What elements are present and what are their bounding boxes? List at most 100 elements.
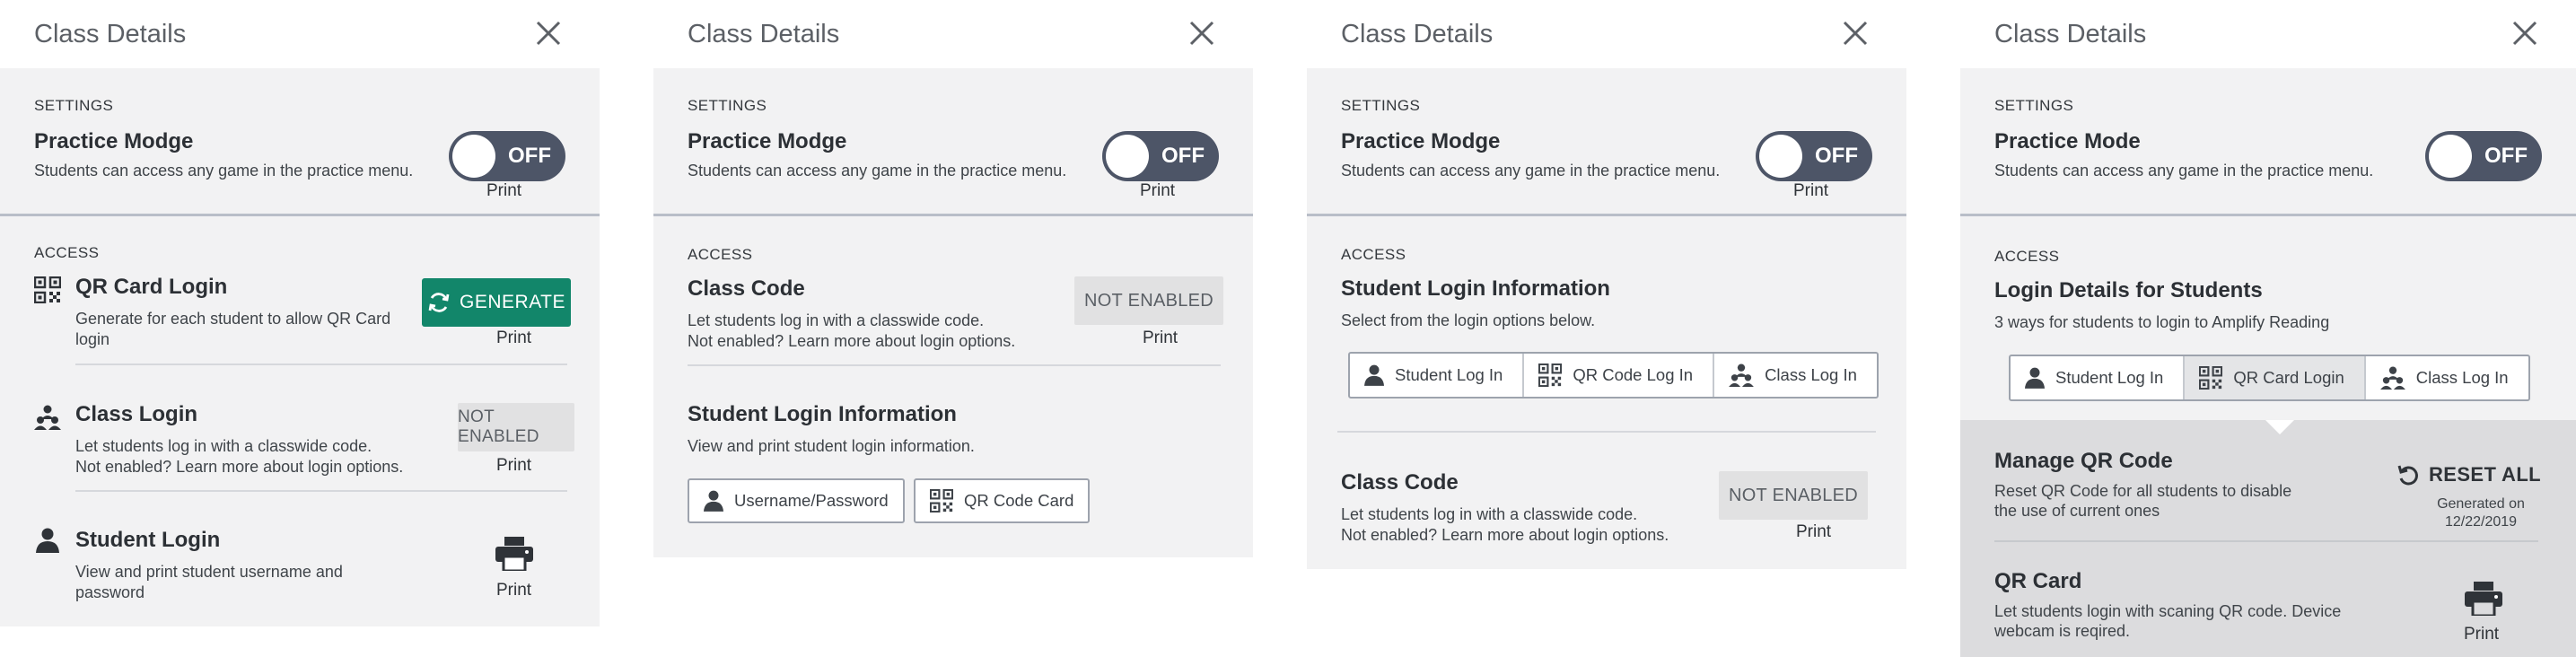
panel-title: Class Details (1341, 20, 1494, 48)
student-login-desc-1: View and print student username and (75, 563, 343, 581)
qr-card-desc-1: Let students login with scaning QR code.… (1994, 602, 2342, 620)
student-login-print-label[interactable]: Print (496, 581, 531, 600)
access-label: ACCESS (1994, 248, 2060, 265)
class-login-desc-1: Let students log in with a classwide cod… (75, 437, 372, 455)
person-icon (36, 528, 59, 553)
settings-label: SETTINGS (688, 97, 767, 114)
toggle-label: OFF (1815, 144, 1858, 168)
settings-label: SETTINGS (1341, 97, 1421, 114)
username-password-button[interactable]: Username/Password (688, 478, 905, 523)
tab-qr-code-log-in[interactable]: QR Code Log In (1524, 354, 1715, 397)
qr-print-label[interactable]: Print (496, 328, 531, 348)
tab-student-log-in[interactable]: Student Log In (1350, 354, 1525, 397)
qr-options-expanded: Manage QR Code Reset QR Code for all stu… (1960, 420, 2576, 657)
practice-print-label[interactable]: Print (1140, 181, 1175, 201)
tab-label: Class Log In (2415, 368, 2509, 387)
class-code-desc-1: Let students log in with a classwide cod… (688, 311, 985, 329)
class-code-print-label[interactable]: Print (1796, 522, 1831, 542)
class-group-icon (34, 405, 61, 430)
class-code-print-label[interactable]: Print (1143, 328, 1178, 348)
practice-print-label[interactable]: Print (486, 181, 521, 201)
class-details-panel-4: Class Details SETTINGS Practice Mode Stu… (1960, 0, 2576, 657)
class-details-panel-1: Class Details SETTINGS Practice Modge St… (0, 0, 600, 626)
generated-on-label: Generated on (2437, 496, 2525, 512)
username-password-label: Username/Password (734, 491, 889, 510)
panel-body: SETTINGS Practice Modge Students can acc… (653, 68, 1253, 557)
tab-class-log-in[interactable]: Class Log In (2366, 356, 2528, 399)
close-icon[interactable] (1842, 20, 1869, 47)
student-login-desc-2: password (75, 583, 145, 601)
person-icon (704, 490, 723, 512)
qr-code-icon (2199, 366, 2223, 390)
class-group-icon (1729, 364, 1754, 387)
access-label: ACCESS (1341, 246, 1406, 263)
panel-header: Class Details (653, 0, 1253, 68)
generated-date: 12/22/2019 (2444, 514, 2518, 530)
practice-mode-desc: Students can access any game in the prac… (688, 162, 1067, 180)
class-login-print-label[interactable]: Print (496, 456, 531, 476)
class-login-desc-2: Not enabled? Learn more about login opti… (75, 458, 404, 476)
refresh-icon (428, 293, 450, 312)
practice-mode-toggle[interactable]: OFF (1756, 131, 1872, 181)
practice-mode-desc: Students can access any game in the prac… (1341, 162, 1721, 180)
tab-label: Student Log In (2055, 368, 2164, 387)
settings-section: SETTINGS Practice Mode Students can acce… (1960, 68, 2576, 216)
panel-header: Class Details (1960, 0, 2576, 68)
toggle-knob (452, 135, 495, 178)
qr-card-login-desc-1: Generate for each student to allow QR Ca… (75, 310, 391, 328)
qr-card-desc-2: webcam is reqired. (1994, 622, 2131, 640)
printer-icon[interactable] (495, 537, 533, 571)
printer-icon[interactable] (2465, 582, 2502, 616)
toggle-knob (1759, 135, 1802, 178)
settings-section: SETTINGS Practice Modge Students can acc… (653, 68, 1253, 216)
toggle-label: OFF (2484, 144, 2528, 168)
class-code-desc-2: Not enabled? Learn more about login opti… (688, 332, 1016, 350)
qr-card-print-label[interactable]: Print (2464, 625, 2499, 644)
practice-mode-toggle[interactable]: OFF (2425, 131, 2542, 181)
class-code-desc-2: Not enabled? Learn more about login opti… (1341, 526, 1669, 544)
login-details-title: Login Details for Students (1994, 278, 2263, 302)
reset-all-label: RESET ALL (2429, 463, 2542, 486)
close-icon[interactable] (1188, 20, 1215, 47)
panel-body: SETTINGS Practice Mode Students can acce… (1960, 68, 2576, 657)
student-login-info-title: Student Login Information (688, 402, 957, 426)
manage-qr-desc-2: the use of current ones (1994, 502, 2160, 520)
settings-section: SETTINGS Practice Modge Students can acc… (1307, 68, 1906, 216)
class-code-status-badge: NOT ENABLED (1719, 471, 1868, 520)
practice-mode-title: Practice Modge (1341, 129, 1501, 153)
panel-title: Class Details (34, 20, 187, 48)
tab-class-log-in[interactable]: Class Log In (1714, 354, 1877, 397)
settings-label: SETTINGS (34, 97, 114, 114)
practice-mode-title: Practice Modge (688, 129, 847, 153)
class-code-desc-1: Let students log in with a classwide cod… (1341, 505, 1638, 523)
access-label: ACCESS (34, 244, 100, 261)
student-login-info-desc: View and print student login information… (688, 437, 975, 455)
login-details-desc: 3 ways for students to login to Amplify … (1994, 313, 2330, 331)
divider (75, 490, 567, 492)
reset-all-button[interactable]: RESET ALL (2396, 463, 2541, 486)
qr-card-login-desc-2: login (75, 330, 110, 348)
student-login-title: Student Login (75, 528, 221, 552)
close-icon[interactable] (535, 20, 562, 47)
qr-code-card-button[interactable]: QR Code Card (914, 478, 1091, 523)
class-login-title: Class Login (75, 402, 198, 426)
tab-student-log-in[interactable]: Student Log In (2011, 356, 2186, 399)
practice-mode-toggle[interactable]: OFF (1102, 131, 1219, 181)
generate-button[interactable]: GENERATE (422, 278, 571, 327)
divider (688, 364, 1221, 366)
tab-qr-card-login[interactable]: QR Card Login (2185, 356, 2366, 399)
panel-header: Class Details (0, 0, 600, 68)
class-login-status-badge: NOT ENABLED (458, 403, 574, 451)
login-options-tabs: Student Log In QR Code Log In Class Log … (1348, 352, 1879, 399)
practice-mode-toggle[interactable]: OFF (449, 131, 565, 181)
close-icon[interactable] (2511, 20, 2538, 47)
tab-caret (2265, 420, 2294, 434)
practice-print-label[interactable]: Print (1793, 181, 1828, 201)
practice-mode-title: Practice Mode (1994, 129, 2141, 153)
panel-body: SETTINGS Practice Modge Students can acc… (1307, 68, 1906, 569)
panel-title: Class Details (688, 20, 840, 48)
divider (75, 364, 567, 365)
qr-card-login-title: QR Card Login (75, 275, 228, 299)
student-login-info-desc: Select from the login options below. (1341, 311, 1596, 329)
class-details-panel-2: Class Details SETTINGS Practice Modge St… (653, 0, 1253, 557)
